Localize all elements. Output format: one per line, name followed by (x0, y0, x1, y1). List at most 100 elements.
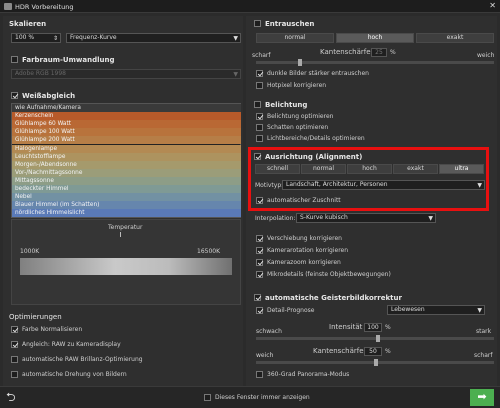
edge-slider-knob[interactable] (374, 359, 378, 366)
denoise-slider-knob[interactable] (298, 59, 302, 66)
detail-prognose-select[interactable]: Lebewesen ▼ (387, 305, 485, 315)
microdetail-checkbox[interactable] (256, 271, 263, 278)
zoom-correct-label: Kamerazoom korrigieren (267, 259, 341, 266)
alignment-mode-hoch[interactable]: hoch (347, 164, 392, 174)
denoise-sharpness-value[interactable]: 25 (371, 48, 387, 57)
remember-checkbox[interactable] (204, 394, 211, 401)
alignment-checkbox[interactable] (254, 153, 261, 160)
optimization-label: Angleich: RAW zu Kameradisplay (22, 341, 121, 348)
intensity-slider-knob[interactable] (376, 335, 380, 342)
shift-correct-checkbox[interactable] (256, 235, 263, 242)
whitebalance-item[interactable]: Kerzenschein (12, 112, 241, 121)
whitebalance-list[interactable]: wie Aufnahme/Kamera Kerzenschein Glühlampe… (11, 103, 241, 218)
belichtung-checkbox[interactable] (254, 101, 261, 108)
intensity-slider[interactable] (256, 335, 494, 342)
colorspace-value: Adobe RGB 1998 (15, 70, 66, 77)
intensity-value[interactable]: 100 (364, 323, 382, 332)
farbraum-title: Farbraum-Umwandlung (22, 56, 115, 64)
belichtung-title: Belichtung (265, 101, 308, 109)
motiv-select[interactable]: Landschaft, Architektur, Personen ▼ (282, 180, 485, 190)
whitebalance-item[interactable]: bedeckter Himmel (12, 185, 241, 193)
zoom-correct-checkbox[interactable] (256, 259, 263, 266)
ghost-checkbox[interactable] (254, 294, 261, 301)
whitebalance-item[interactable]: nördliches Himmelslicht (12, 209, 241, 218)
close-icon[interactable]: ✕ (489, 1, 496, 10)
alignment-mode-ultra[interactable]: ultra (439, 164, 484, 174)
microdetail-label: Mikrodetails (feinste Objektbewegungen) (267, 271, 391, 278)
hotpixel-label: Hotpixel korrigieren (267, 82, 327, 89)
temperature-max: 16500K (197, 248, 221, 255)
whitebalance-item[interactable]: Blauer Himmel (im Schatten) (12, 201, 241, 210)
optimierungen-list: Farbe Normalisieren Angleich: RAW zu Kame… (11, 326, 241, 386)
denoise-mode-exakt[interactable]: exakt (416, 33, 494, 43)
temperature-marker[interactable] (120, 232, 121, 237)
optimization-label: automatische RAW Brillanz-Optimierung (22, 356, 143, 363)
denoise-slider[interactable] (256, 59, 494, 66)
optimization-checkbox[interactable] (11, 341, 18, 348)
optimization-checkbox[interactable] (11, 371, 18, 378)
colorspace-select[interactable]: Adobe RGB 1998 ▼ (11, 69, 241, 79)
whitebalance-item[interactable]: Glühlampe 60 Watt (12, 120, 241, 129)
edge-sharpness-label: Kantenschärfe (313, 347, 364, 355)
intensity-right-label: stark (476, 328, 492, 335)
exposure-opt-checkbox[interactable] (256, 113, 263, 120)
whitebalance-item[interactable]: Halogenlampe (12, 144, 241, 153)
auto-crop-label: automatischer Zuschnitt (267, 197, 341, 204)
temperature-panel: Temperatur 1000K 16500K (11, 219, 241, 305)
temperature-gradient[interactable] (20, 258, 232, 275)
entrauschen-checkbox[interactable] (254, 20, 261, 27)
detail-prognose-checkbox[interactable] (256, 307, 263, 314)
dark-denoise-label: dunkle Bilder stärker entrauschen (267, 70, 369, 77)
optimization-checkbox[interactable] (11, 326, 18, 333)
whitebalance-item[interactable]: wie Aufnahme/Kamera (12, 104, 241, 112)
panorama-checkbox[interactable] (256, 371, 263, 378)
whitebalance-item[interactable]: Glühlampe 200 Watt (12, 136, 241, 145)
shadow-opt-checkbox[interactable] (256, 124, 263, 131)
alignment-mode-schnell[interactable]: schnell (255, 164, 300, 174)
denoise-mode-hoch[interactable]: hoch (336, 33, 414, 43)
rotation-correct-checkbox[interactable] (256, 247, 263, 254)
alignment-mode-normal[interactable]: normal (301, 164, 346, 174)
whitebalance-item[interactable]: Leuchtstofflampe (12, 152, 241, 161)
chevron-down-icon: ▼ (233, 71, 238, 78)
whitebalance-item[interactable]: Morgen-/Abendsonne (12, 160, 241, 169)
exposure-opt-label: Belichtung optimieren (267, 113, 334, 120)
title-bar: HDR Vorbereitung ✕ (0, 0, 500, 13)
optimization-label: Farbe Normalisieren (22, 326, 83, 333)
edge-slider[interactable] (256, 359, 494, 366)
alignment-mode-exakt[interactable]: exakt (393, 164, 438, 174)
ok-arrow-button[interactable]: ➡ (470, 389, 494, 406)
weissabgleich-title: Weißabgleich (22, 92, 76, 100)
alignment-title: Ausrichtung (Alignment) (265, 153, 363, 161)
dark-denoise-checkbox[interactable] (256, 70, 263, 77)
app-icon (4, 3, 12, 10)
scale-value-field[interactable]: 100 % ⇕ (11, 33, 61, 43)
whitebalance-item[interactable]: Vor-/Nachmittagssonne (12, 168, 241, 177)
interp-select[interactable]: S-Kurve kubisch ▼ (296, 213, 436, 223)
weissabgleich-checkbox[interactable] (11, 92, 18, 99)
edge-left-label: weich (256, 352, 274, 359)
highlight-opt-label: Lichtbereiche/Details optimieren (267, 135, 365, 142)
right-column: Entrauschen normal hoch exakt scharf Kan… (246, 16, 497, 386)
auto-crop-checkbox[interactable] (256, 197, 263, 204)
highlight-opt-checkbox[interactable] (256, 135, 263, 142)
whitebalance-item[interactable]: Nebel (12, 193, 241, 202)
remember-label: Dieses Fenster immer anzeigen (215, 394, 310, 401)
stepper-icon[interactable]: ⇕ (53, 35, 58, 43)
whitebalance-item[interactable]: Mittagssonne (12, 176, 241, 185)
footer-bar: ⮌ Dieses Fenster immer anzeigen ➡ (0, 386, 500, 408)
whitebalance-item[interactable]: Glühlampe 100 Watt (12, 128, 241, 137)
farbraum-checkbox[interactable] (11, 56, 18, 63)
temperature-label: Temperatur (108, 224, 143, 231)
chevron-down-icon: ▼ (477, 182, 482, 189)
denoise-mode-normal[interactable]: normal (256, 33, 334, 43)
denoise-left-label: scharf (252, 52, 271, 59)
temperature-min: 1000K (20, 248, 40, 255)
optimization-checkbox[interactable] (11, 356, 18, 363)
hotpixel-checkbox[interactable] (256, 82, 263, 89)
edge-sharpness-value[interactable]: 50 (364, 347, 382, 356)
panorama-label: 360-Grad Panorama-Modus (267, 371, 350, 378)
left-column: Skalieren 100 % ⇕ Frequenz-Kurve ▼ Farbr… (3, 16, 243, 386)
scale-method-select[interactable]: Frequenz-Kurve ▼ (66, 33, 241, 43)
back-icon[interactable]: ⮌ (6, 390, 22, 406)
